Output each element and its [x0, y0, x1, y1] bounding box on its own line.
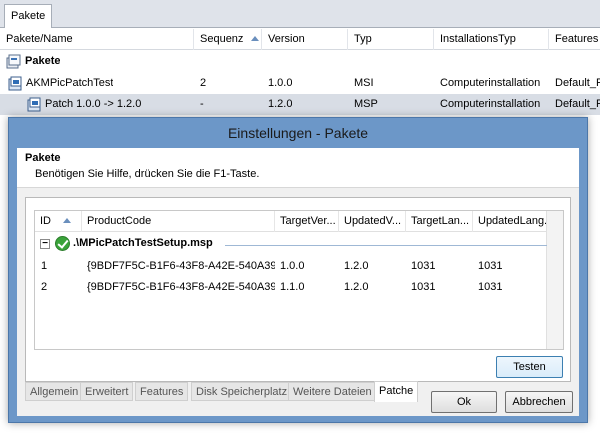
grid-cell-id: 2: [41, 281, 48, 293]
package-sequence: -: [200, 98, 204, 110]
grid-column-id[interactable]: ID: [35, 211, 82, 232]
grid-cell-target-language: 1031: [411, 281, 436, 293]
dialog-body: Pakete Benötigen Sie Hilfe, drücken Sie …: [17, 148, 579, 416]
grid-column-updated-version[interactable]: UpdatedV...: [339, 211, 406, 232]
grid-cell-id: 1: [41, 260, 48, 272]
package-row-selected[interactable]: Patch 1.0.0 -> 1.2.0 - 1.2.0 MSP Compute…: [0, 94, 600, 115]
ok-button[interactable]: Ok: [431, 391, 497, 413]
package-install-type: Computerinstallation: [440, 77, 541, 89]
package-type: MSI: [354, 77, 374, 89]
column-header-sequence-label: Sequenz: [200, 33, 244, 45]
grid-cell-updated-language: 1031: [478, 281, 503, 293]
sort-ascending-icon: [63, 218, 71, 223]
grid-cell-target-version: 1.0.0: [280, 260, 305, 272]
tab-erweitert[interactable]: Erweitert: [80, 382, 134, 401]
patch-panel: ID ProductCode TargetVer... UpdatedV... …: [25, 197, 571, 382]
tab-weitere-dateien[interactable]: Weitere Dateien: [288, 382, 377, 401]
packages-group-label: Pakete: [25, 55, 61, 67]
collapse-icon[interactable]: −: [40, 239, 50, 249]
tab-allgemein[interactable]: Allgemein: [25, 382, 84, 401]
patch-grid: ID ProductCode TargetVer... UpdatedV... …: [34, 210, 564, 350]
grid-row[interactable]: 1 {9BDF7F5C-B1F6-43F8-A42E-540A39... 1.0…: [35, 256, 547, 276]
package-features: Default_Fe: [555, 98, 600, 110]
info-band: Pakete Benötigen Sie Hilfe, drücken Sie …: [17, 148, 579, 188]
cancel-button[interactable]: Abbrechen: [505, 391, 573, 413]
grid-cell-product-code: {9BDF7F5C-B1F6-43F8-A42E-540A39...: [87, 260, 275, 272]
grid-cell-target-version: 1.1.0: [280, 281, 305, 293]
packages-header: Pakete/Name Sequenz Version Typ Installa…: [0, 29, 600, 50]
grid-column-target-language[interactable]: TargetLan...: [406, 211, 473, 232]
package-name: AKMPicPatchTest: [26, 77, 114, 89]
package-name: Patch 1.0.0 -> 1.2.0: [45, 98, 142, 110]
grid-cell-target-language: 1031: [411, 260, 436, 272]
grid-column-target-version[interactable]: TargetVer...: [275, 211, 339, 232]
settings-dialog: Einstellungen - Pakete Pakete Benötigen …: [8, 117, 588, 423]
package-features: Default_Fe: [555, 77, 600, 89]
grid-scrollbar[interactable]: [546, 211, 563, 349]
package-group-icon: [6, 54, 21, 69]
column-header-features[interactable]: Features: [549, 29, 600, 50]
tab-pakete[interactable]: Pakete: [4, 4, 52, 28]
grid-cell-updated-language: 1031: [478, 260, 503, 272]
column-header-type[interactable]: Typ: [348, 29, 434, 50]
top-tab-strip: Pakete: [0, 0, 600, 28]
column-header-version[interactable]: Version: [262, 29, 348, 50]
column-header-sequence[interactable]: Sequenz: [194, 29, 262, 50]
package-sequence: 2: [200, 77, 207, 89]
msi-package-icon: [8, 76, 22, 91]
grid-column-updated-language[interactable]: UpdatedLang...: [473, 211, 547, 232]
grid-cell-updated-version: 1.2.0: [344, 281, 369, 293]
patch-group-row[interactable]: − .\MPicPatchTestSetup.msp: [35, 235, 547, 254]
column-header-install-type[interactable]: InstallationsTyp: [434, 29, 549, 50]
section-title: Pakete: [25, 152, 61, 164]
grid-column-id-label: ID: [40, 215, 51, 227]
msp-patch-icon: [27, 97, 41, 112]
grid-column-product-code[interactable]: ProductCode: [82, 211, 275, 232]
group-divider: [225, 245, 547, 246]
package-type: MSP: [354, 98, 378, 110]
grid-cell-updated-version: 1.2.0: [344, 260, 369, 272]
tab-patche[interactable]: Patche: [374, 381, 419, 402]
patch-group-label: .\MPicPatchTestSetup.msp: [73, 237, 213, 249]
test-button[interactable]: Testen: [496, 356, 563, 378]
sort-ascending-icon: [251, 36, 260, 41]
check-circle-icon: [55, 236, 70, 251]
package-install-type: Computerinstallation: [440, 98, 541, 110]
dialog-title[interactable]: Einstellungen - Pakete: [9, 118, 587, 148]
packages-group-row: Pakete: [0, 51, 600, 72]
patch-grid-header: ID ProductCode TargetVer... UpdatedV... …: [35, 211, 547, 232]
grid-row[interactable]: 2 {9BDF7F5C-B1F6-43F8-A42E-540A39... 1.1…: [35, 277, 547, 297]
package-version: 1.0.0: [268, 77, 293, 89]
grid-cell-product-code: {9BDF7F5C-B1F6-43F8-A42E-540A39...: [87, 281, 275, 293]
help-hint: Benötigen Sie Hilfe, drücken Sie die F1-…: [35, 168, 260, 180]
package-row[interactable]: AKMPicPatchTest 2 1.0.0 MSI Computerinst…: [0, 73, 600, 94]
column-header-name[interactable]: Pakete/Name: [0, 29, 194, 50]
package-version: 1.2.0: [268, 98, 293, 110]
tab-features[interactable]: Features: [135, 382, 189, 401]
tab-disk-speicherplatz[interactable]: Disk Speicherplatz: [191, 382, 293, 401]
